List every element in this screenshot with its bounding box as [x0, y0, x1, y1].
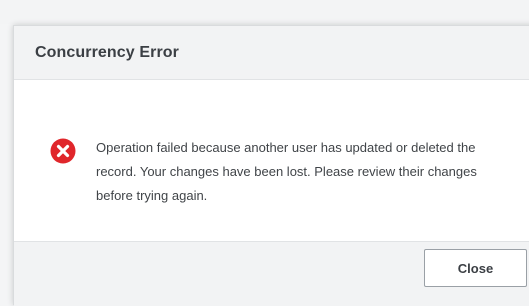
dialog-body: Operation failed because another user ha…	[14, 80, 529, 242]
error-icon	[50, 138, 76, 164]
concurrency-error-dialog: Concurrency Error Operation failed becau…	[13, 25, 529, 306]
dialog-title: Concurrency Error	[35, 43, 179, 61]
close-button[interactable]: Close	[424, 249, 527, 287]
dialog-header: Concurrency Error	[14, 26, 529, 80]
error-message: Operation failed because another user ha…	[96, 140, 477, 203]
page-backdrop	[0, 0, 529, 24]
